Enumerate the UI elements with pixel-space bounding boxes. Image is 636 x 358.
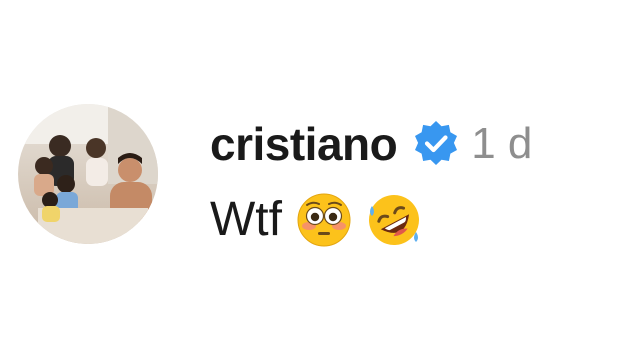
timestamp: 1 d	[471, 119, 533, 168]
rolling-on-floor-laughing-emoji-icon	[366, 192, 422, 248]
comment-body: Wtf	[210, 188, 422, 252]
avatar[interactable]	[18, 104, 158, 244]
verified-badge-icon	[411, 119, 461, 169]
comment: cristiano 1 d Wtf	[0, 0, 636, 358]
comment-text: Wtf	[210, 193, 282, 246]
username-link[interactable]: cristiano	[210, 121, 398, 167]
flushed-face-emoji-icon	[296, 192, 352, 248]
comment-header: cristiano 1 d	[210, 112, 532, 176]
profile-photo-icon	[18, 104, 158, 244]
